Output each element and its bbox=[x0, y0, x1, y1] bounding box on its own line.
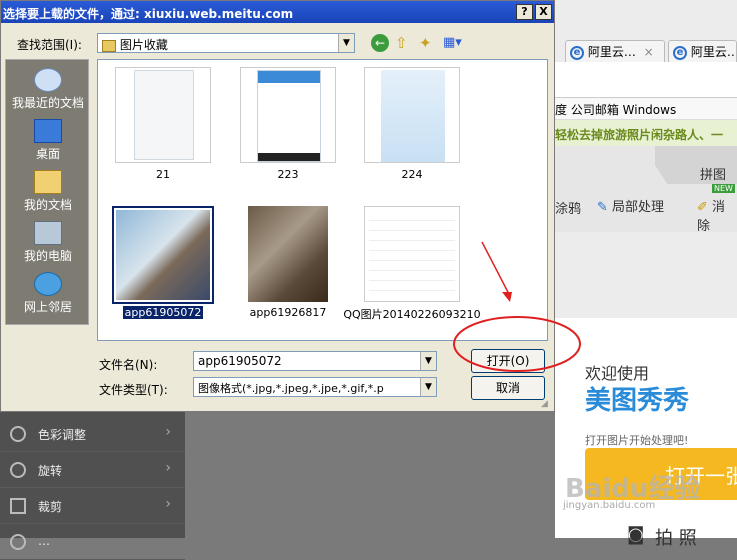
browser-tab-label: 阿里云… bbox=[587, 45, 636, 59]
tool-local-process[interactable]: ✎ 局部处理 bbox=[597, 196, 664, 215]
place-label: 网上邻居 bbox=[23, 300, 72, 314]
up-folder-icon[interactable]: ⇧ bbox=[395, 34, 415, 52]
file-name[interactable]: app61926817 bbox=[218, 306, 358, 319]
file-thumbnail[interactable] bbox=[240, 206, 336, 302]
place-desktop[interactable]: 桌面 bbox=[6, 115, 90, 165]
tool-tuya[interactable]: 涂鸦 bbox=[555, 198, 581, 217]
file-thumbnail[interactable] bbox=[364, 67, 460, 163]
address-bar-area bbox=[555, 62, 737, 98]
menu-item-crop[interactable]: 裁剪 › bbox=[0, 488, 185, 524]
adjust-menu: 色彩调整 › 旋转 › 裁剪 › … bbox=[0, 412, 185, 560]
lookin-label: 查找范围(I): bbox=[17, 38, 82, 52]
close-button[interactable]: X bbox=[535, 4, 552, 20]
camera-icon: ◙ bbox=[627, 524, 645, 545]
place-label: 我的文档 bbox=[23, 198, 72, 212]
place-network[interactable]: 网上邻居 bbox=[6, 268, 90, 318]
palette-icon bbox=[10, 426, 26, 442]
annotation-arrow-line bbox=[481, 241, 511, 297]
camera-label: 拍 照 bbox=[655, 528, 697, 549]
menu-item-label: … bbox=[38, 534, 50, 548]
file-thumbnail[interactable] bbox=[240, 67, 336, 163]
browser-tab[interactable]: e 阿里云… × bbox=[565, 40, 665, 62]
my-documents-icon bbox=[34, 170, 62, 194]
tool-local-process-label: 局部处理 bbox=[612, 200, 665, 215]
tool-remove[interactable]: ✐ 消除 bbox=[697, 196, 737, 234]
eraser-icon: ✐ bbox=[697, 200, 708, 215]
desktop-icon bbox=[34, 119, 62, 143]
menu-item-rotate[interactable]: 旋转 › bbox=[0, 452, 185, 488]
place-label: 我最近的文档 bbox=[11, 96, 84, 110]
back-icon[interactable]: ← bbox=[371, 34, 389, 52]
chevron-down-icon[interactable]: ▼ bbox=[420, 378, 436, 396]
new-badge: NEW bbox=[712, 184, 735, 193]
chevron-down-icon[interactable]: ▼ bbox=[338, 34, 354, 52]
koala-photo bbox=[248, 206, 328, 302]
brush-icon: ✎ bbox=[597, 200, 608, 215]
menu-item-label: 色彩调整 bbox=[38, 428, 87, 442]
place-my-documents[interactable]: 我的文档 bbox=[6, 166, 90, 216]
phone-screenshot-image bbox=[381, 70, 445, 162]
chevron-down-icon[interactable]: ▼ bbox=[420, 352, 436, 370]
my-computer-icon bbox=[34, 221, 62, 245]
tab-pintu[interactable]: 拼图 bbox=[700, 164, 726, 183]
chevron-right-icon: › bbox=[165, 424, 171, 440]
brand-logo-text: 美图秀秀 bbox=[585, 386, 690, 416]
filename-value: app61905072 bbox=[198, 354, 282, 368]
file-name[interactable]: 223 bbox=[218, 168, 358, 181]
camera-button[interactable]: ◙ 拍 照 bbox=[615, 524, 737, 549]
lookin-select[interactable]: 图片收藏 ▼ bbox=[97, 33, 355, 53]
close-tab-icon[interactable]: × bbox=[644, 45, 654, 59]
resize-grip-icon[interactable]: ◢ bbox=[541, 399, 553, 411]
bookmarks-bar[interactable]: 度 公司邮箱 Windows bbox=[555, 98, 737, 120]
more-icon bbox=[10, 534, 26, 550]
menu-item-label: 旋转 bbox=[38, 464, 63, 478]
file-thumbnail-selected[interactable] bbox=[112, 206, 214, 304]
filename-input[interactable]: app61905072 ▼ bbox=[193, 351, 437, 371]
recent-documents-icon bbox=[34, 68, 62, 92]
help-button[interactable]: ? bbox=[516, 4, 533, 20]
new-folder-icon[interactable]: ✦ bbox=[419, 34, 439, 52]
ie-icon: e bbox=[673, 45, 687, 60]
browser-tab[interactable]: e 阿里云… bbox=[668, 40, 737, 62]
file-name[interactable]: 21 bbox=[93, 168, 233, 181]
menu-item-label: 裁剪 bbox=[38, 500, 63, 514]
phone-screenshot-image bbox=[257, 70, 321, 162]
annotation-overlay bbox=[453, 241, 581, 372]
hint-text: 打开图片开始处理吧! bbox=[585, 434, 689, 447]
browser-tab-label: 阿里云… bbox=[690, 45, 737, 59]
network-places-icon bbox=[34, 272, 62, 296]
filename-label: 文件名(N): bbox=[99, 358, 158, 372]
menu-item-color[interactable]: 色彩调整 › bbox=[0, 416, 185, 452]
chevron-right-icon: › bbox=[165, 460, 171, 476]
annotation-ellipse bbox=[453, 316, 581, 372]
annotation-arrow-head bbox=[502, 292, 512, 302]
filetype-label: 文件类型(T): bbox=[99, 383, 168, 397]
ie-icon: e bbox=[570, 45, 584, 60]
chevron-right-icon: › bbox=[165, 496, 171, 512]
folder-icon bbox=[102, 39, 116, 52]
lookin-value: 图片收藏 bbox=[119, 38, 168, 52]
place-label: 我的电脑 bbox=[23, 249, 72, 263]
file-name-selected[interactable]: app61905072 bbox=[93, 306, 233, 319]
file-name[interactable]: 224 bbox=[342, 168, 482, 181]
baidu-watermark-url: jingyan.baidu.com bbox=[563, 500, 656, 511]
editor-toolbar: 拼图 涂鸦 ✎ 局部处理 ✐ 消除 NEW bbox=[555, 146, 737, 234]
place-label: 桌面 bbox=[35, 147, 60, 161]
filetype-select[interactable]: 图像格式(*.jpg,*.jpeg,*.jpe,*.gif,*.p ▼ bbox=[193, 377, 437, 397]
menu-item-more[interactable]: … bbox=[0, 524, 185, 560]
file-thumbnail[interactable] bbox=[115, 67, 211, 163]
view-menu-icon[interactable]: ▦▾ bbox=[443, 35, 465, 51]
phone-screenshot-image bbox=[134, 70, 194, 160]
rotate-icon bbox=[10, 462, 26, 478]
place-recent[interactable]: 我最近的文档 bbox=[6, 64, 90, 114]
places-bar: 我最近的文档 桌面 我的文档 我的电脑 网上邻居 bbox=[5, 59, 89, 325]
ad-banner[interactable]: 轻松去掉旅游照片闲杂路人、一 bbox=[555, 120, 737, 146]
teddy-bear-photo bbox=[116, 210, 210, 300]
dialog-title: 选择要上载的文件，通过: xiuxiu.web.meitu.com bbox=[3, 7, 294, 21]
filetype-value: 图像格式(*.jpg,*.jpeg,*.jpe,*.gif,*.p bbox=[198, 382, 384, 395]
file-name-selected-text: app61905072 bbox=[122, 306, 204, 319]
crop-icon bbox=[10, 498, 26, 514]
place-my-computer[interactable]: 我的电脑 bbox=[6, 217, 90, 267]
dialog-titlebar: 选择要上载的文件，通过: xiuxiu.web.meitu.com ? X bbox=[1, 1, 554, 23]
